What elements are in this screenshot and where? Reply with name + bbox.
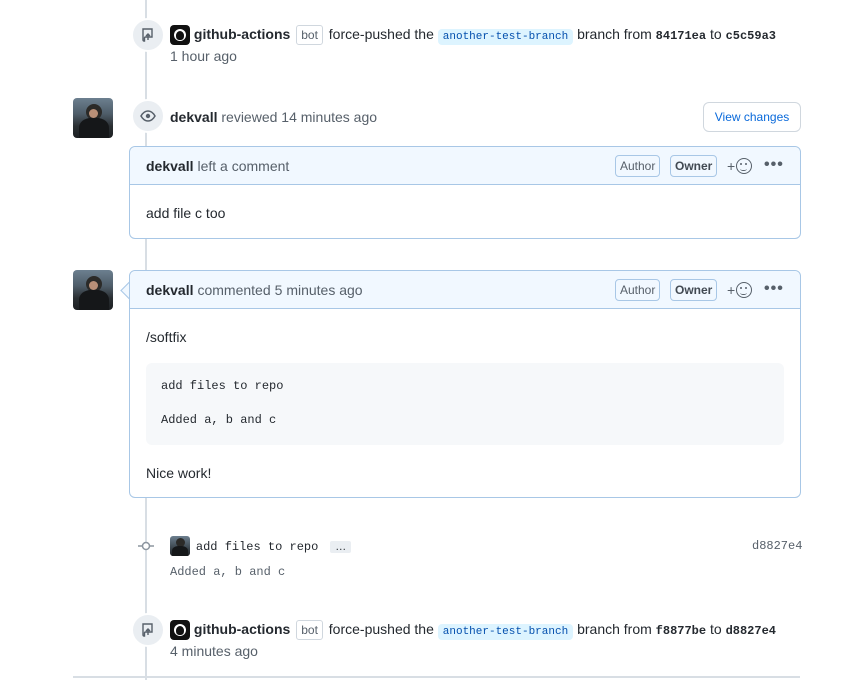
event-branch-word: branch from [577,26,652,42]
comment-body-line: Nice work! [146,465,212,481]
github-logo-icon[interactable] [170,25,190,46]
actor-link[interactable]: github-actions [194,26,290,42]
avatar[interactable] [73,270,113,310]
view-changes-button[interactable]: View changes [703,102,801,132]
event-branch-word: branch from [577,621,652,637]
review-action: reviewed [221,109,278,125]
review-summary: dekvall reviewed 14 minutes ago [170,109,377,125]
bot-badge: bot [296,25,323,45]
commit-sha-link[interactable]: d8827e4 [752,539,802,553]
force-push-event-2: github-actions bot force-pushed the anot… [170,619,776,642]
owner-label: Owner [670,155,718,177]
commit-description: Added a, b and c [170,565,286,579]
author-label: Author [615,279,661,301]
avatar[interactable] [73,98,113,138]
actor-link[interactable]: dekvall [170,109,217,125]
comment-action: commented [197,281,271,298]
from-sha-link[interactable]: 84171ea [656,29,706,43]
event-time[interactable]: 4 minutes ago [170,643,258,659]
force-push-event-1: github-actions bot force-pushed the anot… [170,24,776,47]
event-to-word: to [709,621,722,637]
comment-body: add file c too [146,205,226,221]
review-time[interactable]: 14 minutes ago [281,109,377,125]
branch-name[interactable]: another-test-branch [437,624,574,640]
branch-name[interactable]: another-test-branch [437,29,574,45]
review-comment: dekvall left a comment Author Owner + ••… [129,146,801,239]
commit-expand-button[interactable]: … [330,541,352,553]
comment: dekvall commented 5 minutes ago Author O… [129,270,801,498]
github-logo-icon[interactable] [170,620,190,641]
commit-row: add files to repo … [170,535,352,557]
event-action: force-pushed the [328,621,434,637]
event-time[interactable]: 1 hour ago [170,48,237,64]
author-label: Author [615,155,661,177]
comment-header: dekvall commented 5 minutes ago Author O… [130,271,800,309]
comment-author[interactable]: dekvall [146,158,193,174]
code-line: add files to repo [161,379,284,393]
kebab-icon[interactable]: ••• [764,281,784,297]
to-sha-link[interactable]: c5c59a3 [726,29,776,43]
actor-link[interactable]: github-actions [194,621,290,637]
comment-body-line: /softfix [146,329,187,345]
repo-push-icon [131,613,165,647]
code-block: add files to repo Added a, b and c [146,363,784,445]
timeline-end-divider [73,676,800,678]
eye-icon [131,99,165,133]
comment-author[interactable]: dekvall [146,282,193,298]
code-line: Added a, b and c [161,413,277,427]
to-sha-link[interactable]: d8827e4 [726,624,776,638]
bot-badge: bot [296,620,323,640]
smiley-icon[interactable]: + [727,157,757,175]
from-sha-link[interactable]: f8877be [656,624,706,638]
owner-label: Owner [670,279,718,301]
git-commit-icon [138,538,154,554]
avatar[interactable] [170,536,190,557]
kebab-icon[interactable]: ••• [764,157,784,173]
comment-time[interactable]: 5 minutes ago [275,282,363,298]
commit-message-link[interactable]: add files to repo [196,540,318,554]
repo-push-icon [131,18,165,52]
event-action: force-pushed the [328,26,434,42]
comment-action: left a comment [197,157,290,174]
smiley-icon[interactable]: + [727,281,757,299]
comment-header: dekvall left a comment Author Owner + ••… [130,147,800,185]
event-to-word: to [709,26,722,42]
